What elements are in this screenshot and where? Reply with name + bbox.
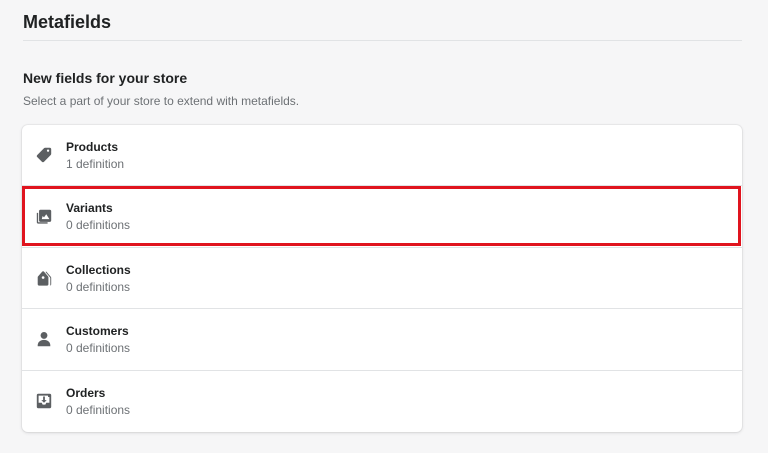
list-item-products[interactable]: Products 1 definition — [22, 125, 742, 187]
list-item-orders[interactable]: Orders 0 definitions — [22, 371, 742, 432]
item-count: 0 definitions — [66, 341, 131, 356]
list-item-collections[interactable]: Collections 0 definitions — [22, 248, 742, 310]
variants-icon — [35, 207, 53, 225]
list-item-customers[interactable]: Customers 0 definitions — [22, 309, 742, 371]
item-label: Customers — [66, 324, 129, 339]
title-divider — [23, 40, 742, 41]
customer-icon — [35, 330, 53, 348]
section-title: New fields for your store — [23, 70, 188, 86]
item-label: Products — [66, 140, 119, 154]
page-title: Metafields — [23, 12, 112, 32]
section-subtitle: Select a part of your store to extend wi… — [23, 94, 300, 108]
tag-icon — [35, 146, 53, 164]
item-label: Variants — [66, 201, 113, 216]
collections-icon — [35, 269, 53, 287]
item-count: 0 definitions — [66, 279, 131, 294]
item-label: Orders — [66, 385, 106, 400]
store-parts-list: Products 1 definition Variants 0 definit… — [22, 125, 742, 432]
orders-icon — [35, 392, 53, 410]
item-count: 0 definitions — [66, 402, 131, 417]
item-count: 0 definitions — [66, 218, 131, 233]
item-label: Collections — [66, 262, 131, 277]
list-item-variants[interactable]: Variants 0 definitions — [22, 186, 742, 248]
item-count: 1 definition — [66, 157, 125, 171]
metafields-page: Metafields New fields for your store Sel… — [0, 0, 768, 453]
